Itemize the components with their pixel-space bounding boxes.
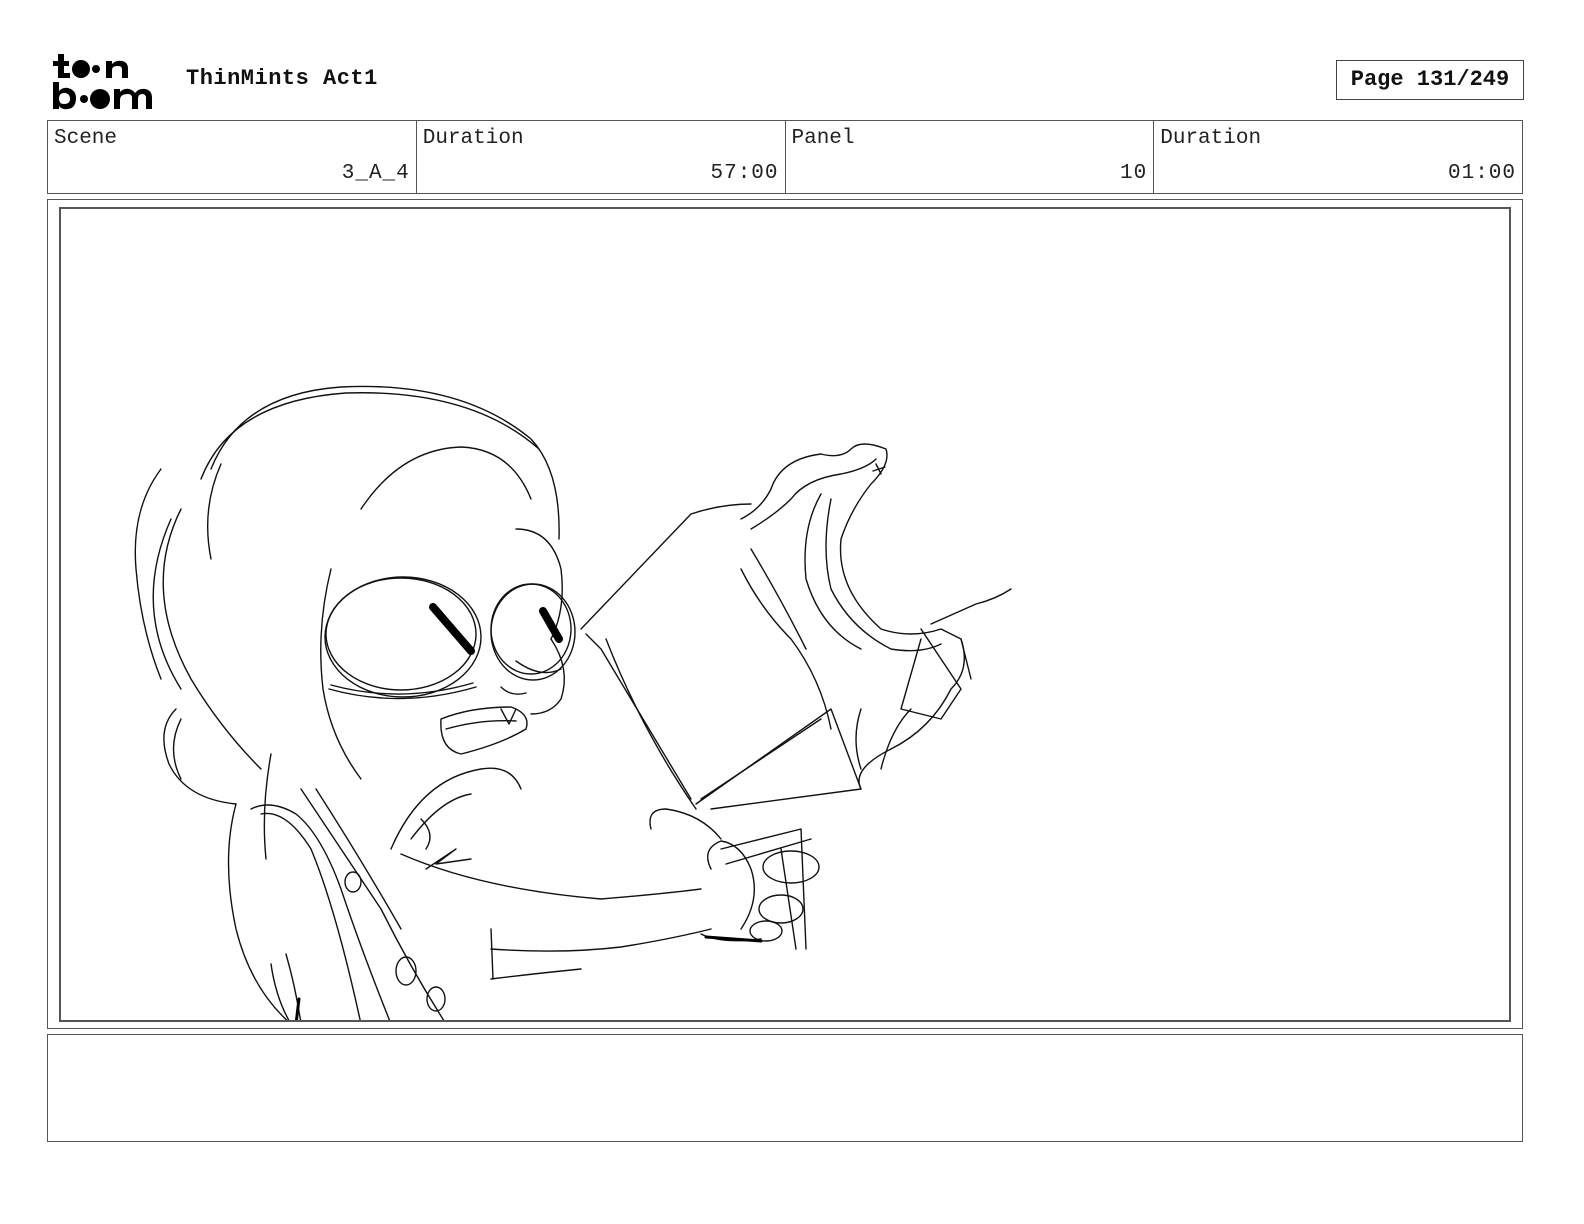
project-title: ThinMints Act1 xyxy=(186,66,378,91)
panel-value: 10 xyxy=(1120,162,1148,185)
scene-cell: Scene 3_A_4 xyxy=(48,121,417,193)
storyboard-panel-image xyxy=(59,207,1511,1022)
scene-info-row: Scene 3_A_4 Duration 57:00 Panel 10 Dura… xyxy=(47,120,1523,194)
panel-cell: Panel 10 xyxy=(786,121,1155,193)
panel-duration-value: 01:00 xyxy=(1447,162,1516,185)
scene-duration-cell: Duration 57:00 xyxy=(417,121,786,193)
panel-notes-box xyxy=(47,1034,1523,1142)
scene-duration-value: 57:00 xyxy=(710,162,779,185)
scene-value: 3_A_4 xyxy=(341,162,410,185)
sketch-drawing xyxy=(134,385,1012,1020)
panel-duration-cell: Duration 01:00 xyxy=(1154,121,1522,193)
page-counter: Page 131/249 xyxy=(1336,60,1524,100)
panel-label: Panel xyxy=(791,127,855,150)
logo-icon xyxy=(53,54,152,110)
scene-label: Scene xyxy=(54,127,118,150)
scene-duration-label: Duration xyxy=(422,127,524,150)
panel-duration-label: Duration xyxy=(1160,127,1262,150)
toon-boom-logo xyxy=(52,52,164,112)
